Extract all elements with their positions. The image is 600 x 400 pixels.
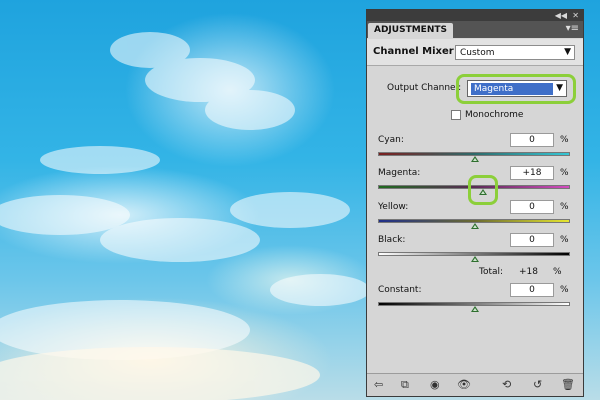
visibility-eye-icon[interactable]: 👁: [457, 378, 471, 392]
black-value-field[interactable]: 0: [510, 233, 554, 247]
monochrome-checkbox[interactable]: [451, 110, 461, 120]
total-label: Total:: [479, 267, 504, 277]
highlight-magenta-slider: [468, 175, 498, 205]
yellow-unit: %: [560, 202, 569, 212]
black-slider-thumb[interactable]: [471, 256, 479, 262]
highlight-output-channel: [456, 74, 576, 104]
adjustment-title: Channel Mixer: [373, 46, 454, 57]
tab-adjustments[interactable]: ADJUSTMENTS: [368, 23, 453, 38]
constant-value-field[interactable]: 0: [510, 283, 554, 297]
back-arrow-icon[interactable]: ⇦: [374, 378, 383, 392]
cyan-value-field[interactable]: 0: [510, 133, 554, 147]
cyan-label: Cyan:: [378, 135, 404, 145]
constant-unit: %: [560, 285, 569, 295]
close-icon[interactable]: ✕: [572, 10, 579, 21]
preset-value: Custom: [460, 48, 495, 58]
panel-tab-row: ADJUSTMENTS ▾≡: [367, 21, 583, 38]
view-previous-icon[interactable]: ⟲: [502, 378, 511, 392]
total-unit: %: [553, 267, 562, 277]
panel-footer: ⇦ ⧉ ◉ 👁 ⟲ ↺ 🗑: [367, 373, 583, 396]
adjustment-header: Channel Mixer Custom ▼: [367, 39, 583, 66]
chevron-down-icon: ▼: [564, 47, 571, 57]
cyan-slider-thumb[interactable]: [471, 156, 479, 162]
total-value: +18: [519, 267, 538, 277]
magenta-value-field[interactable]: +18: [510, 166, 554, 180]
adjustments-panel: ◀◀ ✕ ADJUSTMENTS ▾≡ Channel Mixer Custom…: [366, 9, 584, 397]
cyan-unit: %: [560, 135, 569, 145]
trash-icon[interactable]: 🗑: [561, 378, 575, 392]
yellow-label: Yellow:: [378, 202, 409, 212]
panel-menu-icon[interactable]: ▾≡: [566, 23, 579, 34]
magenta-unit: %: [560, 168, 569, 178]
output-channel-label: Output Channel:: [387, 83, 462, 93]
monochrome-label: Monochrome: [465, 110, 524, 120]
black-label: Black:: [378, 235, 406, 245]
constant-label: Constant:: [378, 285, 422, 295]
collapse-icon[interactable]: ◀◀: [555, 10, 567, 21]
yellow-slider-thumb[interactable]: [471, 223, 479, 229]
magenta-label: Magenta:: [378, 168, 421, 178]
constant-slider-thumb[interactable]: [471, 306, 479, 312]
reset-icon[interactable]: ↺: [533, 378, 542, 392]
panel-title-bar[interactable]: ◀◀ ✕: [367, 10, 583, 21]
expand-view-icon[interactable]: ⧉: [401, 378, 409, 392]
preset-dropdown[interactable]: Custom ▼: [455, 45, 575, 60]
yellow-value-field[interactable]: 0: [510, 200, 554, 214]
clip-layer-icon[interactable]: ◉: [430, 378, 440, 392]
black-unit: %: [560, 235, 569, 245]
